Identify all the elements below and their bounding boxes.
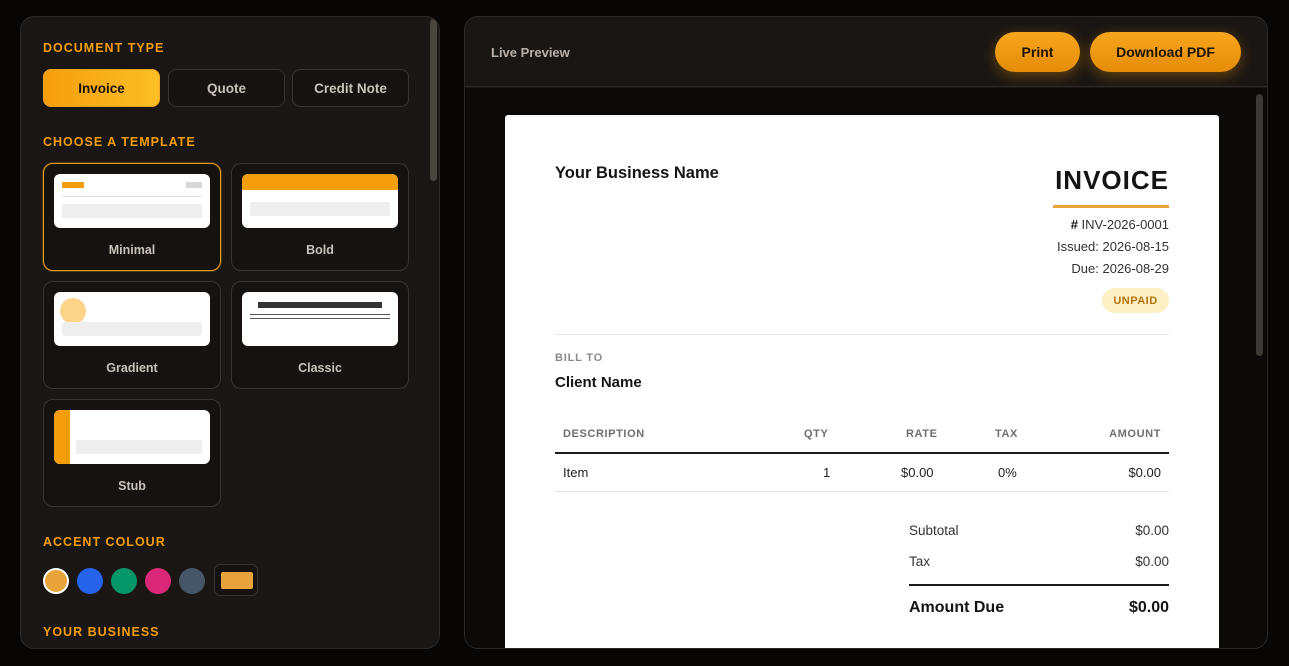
template-stub-thumbnail xyxy=(54,410,210,464)
print-button[interactable]: Print xyxy=(995,32,1080,72)
invoice-number: # INV-2026-0001 xyxy=(1071,217,1169,232)
accent-swatch-slate[interactable] xyxy=(179,568,205,594)
row-divider xyxy=(555,491,1169,492)
template-stub-card[interactable]: Stub xyxy=(43,399,221,507)
template-bold-thumbnail xyxy=(242,174,398,228)
accent-colour-heading: ACCENT COLOUR xyxy=(43,535,166,549)
table-header-rule xyxy=(555,452,1169,454)
accent-swatch-blue[interactable] xyxy=(77,568,103,594)
doc-type-credit-note-button[interactable]: Credit Note xyxy=(292,69,409,107)
item-qty: 1 xyxy=(823,465,831,480)
template-minimal-card[interactable]: Minimal xyxy=(43,163,221,271)
template-bold-card[interactable]: Bold xyxy=(231,163,409,271)
header-divider xyxy=(555,334,1169,335)
preview-canvas[interactable]: Your Business Name INVOICE # INV-2026-00… xyxy=(465,88,1267,648)
amount-due-label: Amount Due xyxy=(909,599,1005,616)
settings-panel: DOCUMENT TYPE Invoice Quote Credit Note … xyxy=(20,16,440,649)
settings-scrollbar[interactable] xyxy=(427,17,439,648)
live-preview-label: Live Preview xyxy=(491,45,570,60)
amount-due-value: $0.00 xyxy=(1128,599,1169,616)
template-classic-card[interactable]: Classic xyxy=(231,281,409,389)
document-title: INVOICE xyxy=(1055,165,1169,195)
template-bold-label: Bold xyxy=(306,243,334,257)
invoice-document: Your Business Name INVOICE # INV-2026-00… xyxy=(505,115,1219,648)
doc-type-invoice-button[interactable]: Invoice xyxy=(43,69,160,107)
custom-color-fill xyxy=(221,572,253,589)
column-header-rate: RATE xyxy=(906,428,938,440)
item-description: Item xyxy=(563,465,589,480)
tax-value: $0.00 xyxy=(1135,554,1169,569)
template-stub-label: Stub xyxy=(118,479,146,493)
client-name: Client Name xyxy=(555,374,642,391)
status-badge: UNPAID xyxy=(1102,288,1169,313)
column-header-description: DESCRIPTION xyxy=(563,428,645,440)
template-classic-label: Classic xyxy=(298,361,342,375)
invoice-number-value: INV-2026-0001 xyxy=(1081,217,1169,232)
invoice-number-prefix: # xyxy=(1070,217,1078,232)
accent-swatch-pink[interactable] xyxy=(145,568,171,594)
title-underline xyxy=(1053,205,1169,208)
accent-swatch-green[interactable] xyxy=(111,568,137,594)
column-header-tax: TAX xyxy=(995,428,1018,440)
download-pdf-button[interactable]: Download PDF xyxy=(1090,32,1241,72)
your-business-heading: YOUR BUSINESS xyxy=(43,625,160,639)
subtotal-value: $0.00 xyxy=(1135,523,1169,538)
item-tax: 0% xyxy=(998,465,1017,480)
template-minimal-thumbnail xyxy=(54,174,210,228)
subtotal-label: Subtotal xyxy=(909,523,959,538)
column-header-amount: AMOUNT xyxy=(1109,428,1161,440)
template-minimal-label: Minimal xyxy=(108,243,156,257)
tax-label: Tax xyxy=(909,554,931,569)
totals-rule xyxy=(909,584,1169,586)
template-gradient-card[interactable]: Gradient xyxy=(43,281,221,389)
preview-panel: Live Preview Print Download PDF Your Bus… xyxy=(464,16,1268,649)
preview-scrollbar-thumb[interactable] xyxy=(1256,94,1263,356)
template-gradient-label: Gradient xyxy=(106,361,158,375)
business-name: Your Business Name xyxy=(555,164,719,182)
accent-swatch-amber[interactable] xyxy=(43,568,69,594)
item-amount: $0.00 xyxy=(1128,465,1161,480)
issued-date: Issued: 2026-08-15 xyxy=(1056,239,1169,254)
template-heading: CHOOSE A TEMPLATE xyxy=(43,135,196,149)
due-date: Due: 2026-08-29 xyxy=(1071,261,1169,276)
column-header-qty: QTY xyxy=(804,428,829,440)
custom-color-picker[interactable] xyxy=(214,564,258,596)
preview-header: Live Preview Print Download PDF xyxy=(465,17,1267,87)
template-classic-thumbnail xyxy=(242,292,398,346)
doc-type-quote-button[interactable]: Quote xyxy=(168,69,285,107)
settings-scrollbar-thumb[interactable] xyxy=(430,19,437,181)
bill-to-label: BILL TO xyxy=(555,352,603,364)
document-type-heading: DOCUMENT TYPE xyxy=(43,41,165,55)
template-gradient-thumbnail xyxy=(54,292,210,346)
item-rate: $0.00 xyxy=(901,465,934,480)
